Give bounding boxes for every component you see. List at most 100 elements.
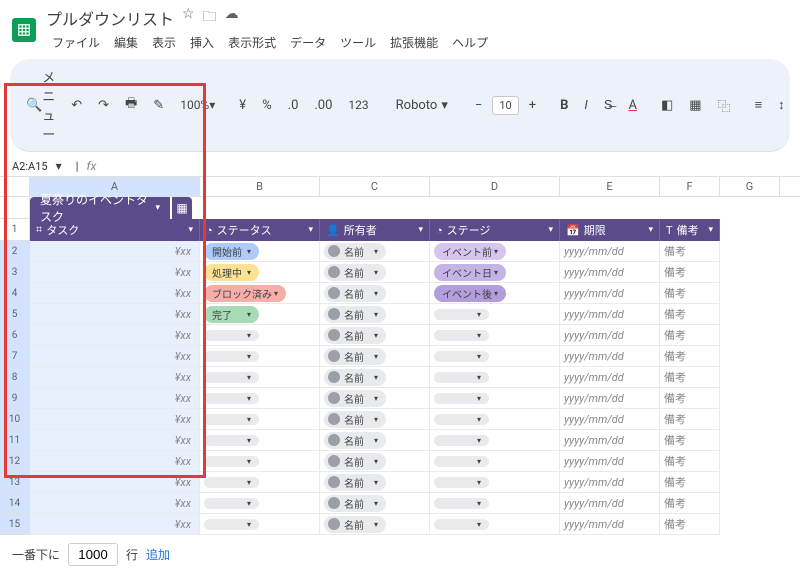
stage-cell[interactable]: ▾	[430, 325, 560, 346]
merge-icon[interactable]: ⿻	[712, 92, 737, 119]
due-cell[interactable]: yyyy/mm/dd	[560, 451, 660, 472]
menu-insert[interactable]: 挿入	[184, 32, 220, 53]
owner-cell[interactable]: 名前▾	[320, 388, 430, 409]
stage-chip[interactable]: ▾	[434, 456, 489, 467]
font-size-plus[interactable]: +	[523, 94, 542, 117]
stage-chip[interactable]: ▾	[434, 519, 489, 530]
sheets-logo[interactable]	[12, 18, 36, 42]
owner-cell[interactable]: 名前▾	[320, 325, 430, 346]
select-all-corner[interactable]	[0, 177, 30, 196]
row-header[interactable]: 11	[0, 430, 30, 451]
stage-chip[interactable]: イベント後▾	[434, 285, 506, 302]
stage-chip[interactable]: ▾	[434, 498, 489, 509]
due-cell[interactable]: yyyy/mm/dd	[560, 304, 660, 325]
status-cell[interactable]: ▾	[200, 325, 320, 346]
stage-chip[interactable]: ▾	[434, 414, 489, 425]
th-due[interactable]: 📅 期限▾	[560, 219, 660, 241]
owner-cell[interactable]: 名前▾	[320, 367, 430, 388]
doc-title[interactable]: プルダウンリスト	[46, 6, 174, 30]
owner-chip[interactable]: 名前▾	[324, 453, 386, 470]
stage-cell[interactable]: ▾	[430, 409, 560, 430]
owner-chip[interactable]: 名前▾	[324, 285, 386, 302]
task-cell[interactable]: ¥xx	[30, 241, 200, 262]
task-cell[interactable]: ¥xx	[30, 304, 200, 325]
stage-chip[interactable]: イベント日▾	[434, 264, 506, 281]
row-header[interactable]: 3	[0, 262, 30, 283]
status-chip[interactable]: 完了▾	[204, 306, 259, 323]
row-header[interactable]: 14	[0, 493, 30, 514]
status-cell[interactable]: ▾	[200, 430, 320, 451]
th-notes[interactable]: T 備考▾	[660, 219, 720, 241]
row-header[interactable]: 4	[0, 283, 30, 304]
status-chip[interactable]: ▾	[204, 435, 259, 446]
menu-view[interactable]: 表示	[146, 32, 182, 53]
notes-cell[interactable]: 備考	[660, 346, 720, 367]
star-icon[interactable]: ☆	[182, 6, 195, 30]
notes-cell[interactable]: 備考	[660, 451, 720, 472]
owner-chip[interactable]: 名前▾	[324, 411, 386, 428]
menu-help[interactable]: ヘルプ	[446, 32, 494, 53]
task-cell[interactable]: ¥xx	[30, 262, 200, 283]
notes-cell[interactable]: 備考	[660, 367, 720, 388]
stage-cell[interactable]: ▾	[430, 514, 560, 535]
due-cell[interactable]: yyyy/mm/dd	[560, 346, 660, 367]
due-cell[interactable]: yyyy/mm/dd	[560, 493, 660, 514]
text-color-icon[interactable]: A	[622, 94, 642, 117]
table-title[interactable]: 夏祭りのイベントタスク▾	[30, 197, 170, 219]
status-cell[interactable]: ▾	[200, 346, 320, 367]
col-header-F[interactable]: F	[660, 177, 720, 196]
stage-cell[interactable]: イベント前▾	[430, 241, 560, 262]
notes-cell[interactable]: 備考	[660, 304, 720, 325]
row-header[interactable]: 7	[0, 346, 30, 367]
menu-extensions[interactable]: 拡張機能	[384, 32, 444, 53]
task-cell[interactable]: ¥xx	[30, 472, 200, 493]
status-cell[interactable]: 開始前▾	[200, 241, 320, 262]
status-chip[interactable]: ▾	[204, 519, 259, 530]
owner-cell[interactable]: 名前▾	[320, 514, 430, 535]
row-header-1[interactable]: 1	[0, 219, 30, 241]
status-chip[interactable]: 開始前▾	[204, 243, 259, 260]
owner-chip[interactable]: 名前▾	[324, 306, 386, 323]
status-chip[interactable]: ▾	[204, 351, 259, 362]
status-cell[interactable]: ▾	[200, 388, 320, 409]
row-header[interactable]: 15	[0, 514, 30, 535]
stage-chip[interactable]: ▾	[434, 309, 489, 320]
strike-icon[interactable]: S̶	[598, 93, 619, 117]
status-chip[interactable]: ▾	[204, 330, 259, 341]
owner-cell[interactable]: 名前▾	[320, 241, 430, 262]
owner-cell[interactable]: 名前▾	[320, 262, 430, 283]
owner-chip[interactable]: 名前▾	[324, 348, 386, 365]
task-cell[interactable]: ¥xx	[30, 514, 200, 535]
row-header[interactable]: 9	[0, 388, 30, 409]
col-header-E[interactable]: E	[560, 177, 660, 196]
status-chip[interactable]: 処理中▾	[204, 264, 259, 281]
task-cell[interactable]: ¥xx	[30, 430, 200, 451]
stage-cell[interactable]: イベント後▾	[430, 283, 560, 304]
add-rows-input[interactable]	[68, 543, 118, 566]
notes-cell[interactable]: 備考	[660, 241, 720, 262]
stage-cell[interactable]: ▾	[430, 388, 560, 409]
search-menus[interactable]: 🔍 メニュー	[20, 63, 61, 147]
status-chip[interactable]: ▾	[204, 393, 259, 404]
notes-cell[interactable]: 備考	[660, 493, 720, 514]
owner-cell[interactable]: 名前▾	[320, 430, 430, 451]
stage-chip[interactable]: ▾	[434, 393, 489, 404]
task-cell[interactable]: ¥xx	[30, 367, 200, 388]
owner-chip[interactable]: 名前▾	[324, 264, 386, 281]
status-cell[interactable]: ▾	[200, 451, 320, 472]
row-header[interactable]: 13	[0, 472, 30, 493]
status-chip[interactable]: ▾	[204, 477, 259, 488]
wrap-icon[interactable]: ↩	[795, 94, 800, 117]
due-cell[interactable]: yyyy/mm/dd	[560, 241, 660, 262]
owner-cell[interactable]: 名前▾	[320, 409, 430, 430]
cloud-icon[interactable]: ☁	[225, 6, 239, 30]
status-cell[interactable]: 完了▾	[200, 304, 320, 325]
stage-cell[interactable]: ▾	[430, 304, 560, 325]
name-box[interactable]: A2:A15	[12, 160, 48, 173]
due-cell[interactable]: yyyy/mm/dd	[560, 409, 660, 430]
task-cell[interactable]: ¥xx	[30, 451, 200, 472]
status-cell[interactable]: ▾	[200, 367, 320, 388]
v-align-icon[interactable]: ↕	[772, 93, 791, 117]
decimal-increase-icon[interactable]: .00	[308, 94, 338, 117]
italic-icon[interactable]: I	[578, 94, 593, 117]
